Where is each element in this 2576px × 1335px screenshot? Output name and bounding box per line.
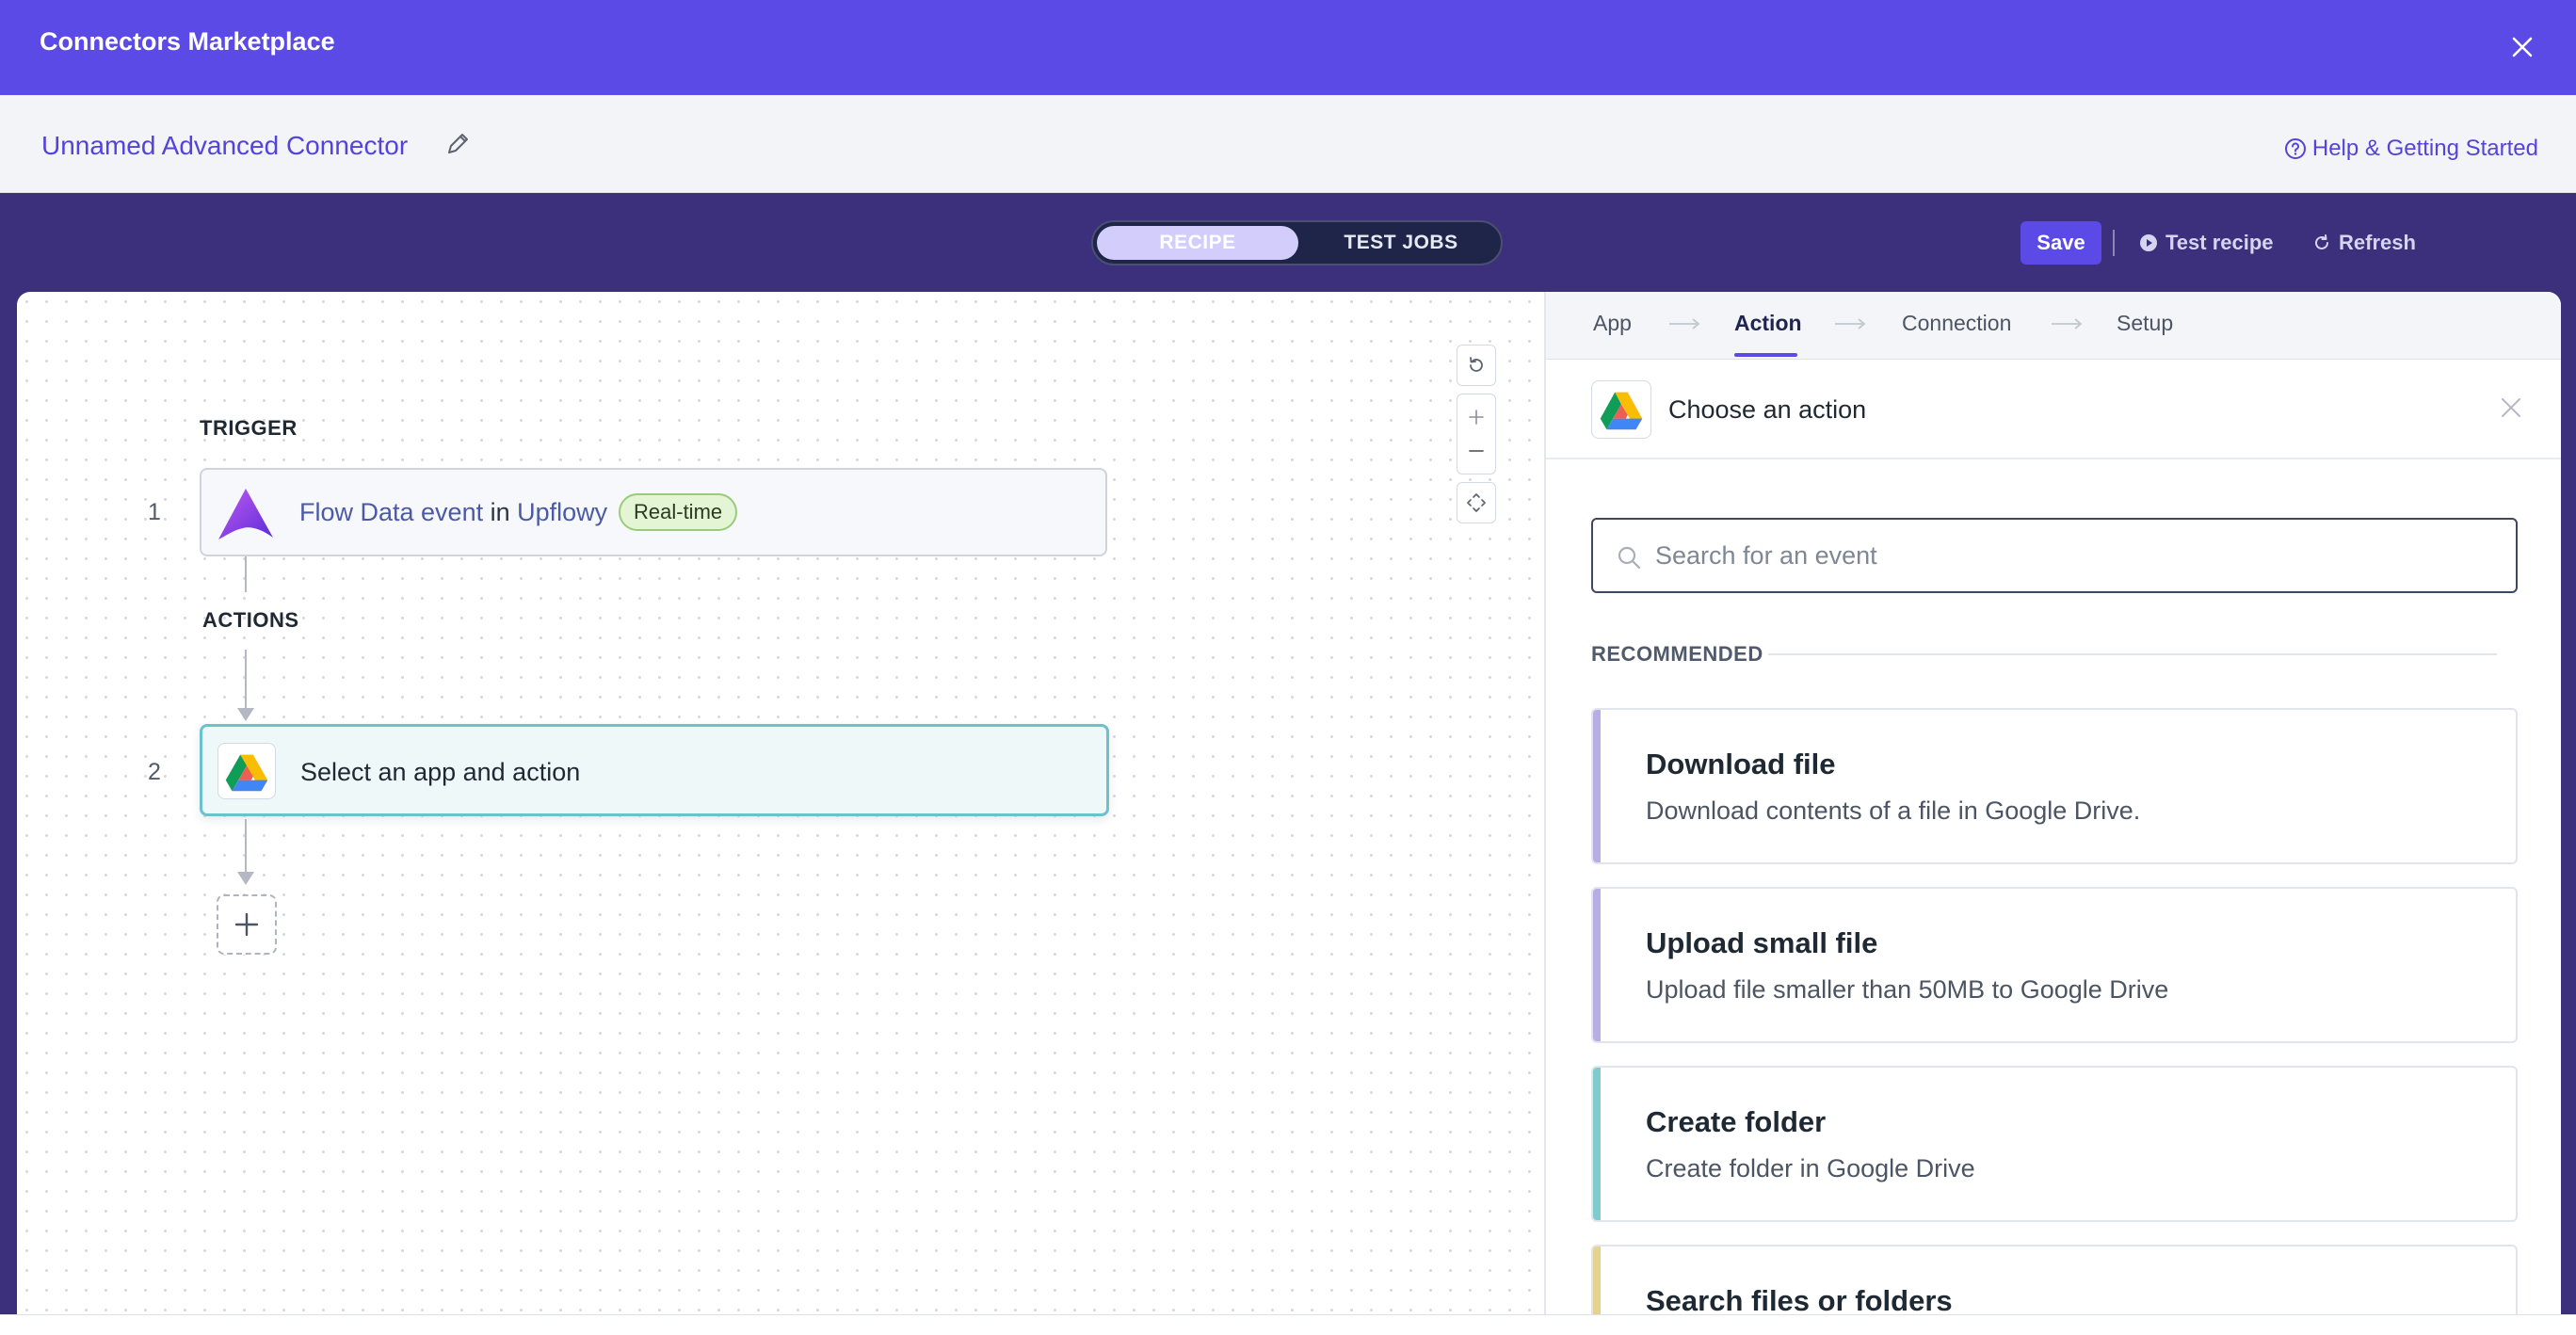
connector-name[interactable]: Unnamed Advanced Connector xyxy=(41,131,408,161)
trigger-event[interactable]: Flow Data event xyxy=(299,498,483,526)
action-step-label: Select an app and action xyxy=(300,758,581,786)
event-accent xyxy=(1593,1247,1601,1314)
event-accent xyxy=(1593,889,1601,1041)
trigger-description: Flow Data event in Upflowy xyxy=(299,498,607,527)
trigger-app[interactable]: Upflowy xyxy=(517,498,607,526)
add-step-button[interactable] xyxy=(217,894,277,955)
step-number: 1 xyxy=(148,499,161,525)
zoom-control xyxy=(1457,394,1496,474)
help-link[interactable]: Help & Getting Started xyxy=(2284,136,2538,162)
save-button[interactable]: Save xyxy=(2021,221,2101,265)
connector-line xyxy=(245,819,247,872)
refresh-button[interactable]: Refresh xyxy=(2312,231,2416,255)
recommended-heading: RECOMMENDED xyxy=(1591,642,1763,666)
event-card[interactable]: Search files or folders xyxy=(1591,1245,2518,1314)
toolbar-divider xyxy=(2113,230,2115,256)
connector-line xyxy=(245,556,247,592)
event-search xyxy=(1591,518,2518,593)
event-card[interactable]: Upload small file Upload file smaller th… xyxy=(1591,887,2518,1043)
upflowy-logo xyxy=(218,489,273,539)
action-picker-panel: App Action Connection Setup Choose an ac… xyxy=(1544,292,2561,1314)
pencil-icon[interactable] xyxy=(443,129,473,159)
reset-view-button[interactable] xyxy=(1457,345,1496,386)
google-drive-logo xyxy=(1591,380,1651,439)
step-number: 2 xyxy=(148,759,161,785)
search-icon xyxy=(1618,546,1641,570)
step-action[interactable]: Action xyxy=(1734,311,1802,336)
arrow-right-icon xyxy=(1669,318,1700,330)
trigger-step-card[interactable]: Flow Data event in Upflowy Real-time xyxy=(200,468,1107,556)
trigger-heading: TRIGGER xyxy=(200,416,298,440)
event-title: Upload small file xyxy=(1646,926,1878,959)
help-label: Help & Getting Started xyxy=(2311,136,2538,161)
fit-view-icon xyxy=(1467,493,1486,512)
reset-icon xyxy=(1470,357,1483,372)
google-drive-logo xyxy=(217,743,276,799)
fit-view-button[interactable] xyxy=(1457,482,1496,523)
event-accent xyxy=(1593,1068,1601,1220)
trigger-connector-word: in xyxy=(490,498,510,526)
step-connection[interactable]: Connection xyxy=(1902,311,2011,336)
event-title: Download file xyxy=(1646,748,1836,780)
step-app[interactable]: App xyxy=(1593,311,1632,336)
close-icon[interactable] xyxy=(2506,31,2538,63)
choose-action-title: Choose an action xyxy=(1668,395,1867,424)
active-step-indicator xyxy=(1734,353,1797,357)
actions-heading: ACTIONS xyxy=(202,608,299,632)
tab-recipe[interactable]: RECIPE xyxy=(1097,226,1298,260)
test-recipe-label: Test recipe xyxy=(2165,231,2274,254)
event-description: Create folder in Google Drive xyxy=(1646,1154,1975,1182)
event-title: Search files or folders xyxy=(1646,1284,1953,1314)
tab-test-jobs[interactable]: TEST JOBS xyxy=(1302,226,1500,260)
bottom-edge xyxy=(0,1314,2576,1335)
action-step-card[interactable]: Select an app and action xyxy=(200,724,1109,816)
event-description: Upload file smaller than 50MB to Google … xyxy=(1646,975,2169,1004)
connector-bar: Unnamed Advanced Connector Help & Gettin… xyxy=(0,95,2576,193)
play-circle-icon xyxy=(2140,234,2157,251)
realtime-badge: Real-time xyxy=(619,493,738,531)
choose-action-header: Choose an action xyxy=(1546,360,2561,459)
test-recipe-button[interactable]: Test recipe xyxy=(2139,231,2274,255)
view-toggle: RECIPE TEST JOBS xyxy=(1091,220,1503,265)
zoom-in-icon[interactable] xyxy=(1466,407,1487,427)
event-card[interactable]: Download file Download contents of a fil… xyxy=(1591,708,2518,864)
step-setup[interactable]: Setup xyxy=(2117,311,2173,336)
arrow-right-icon xyxy=(1835,318,1866,330)
arrow-down-icon xyxy=(237,872,254,885)
refresh-icon xyxy=(2315,234,2328,249)
event-card[interactable]: Create folder Create folder in Google Dr… xyxy=(1591,1066,2518,1222)
app-header: Connectors Marketplace xyxy=(0,0,2576,95)
arrow-down-icon xyxy=(237,708,254,721)
event-accent xyxy=(1593,710,1601,862)
search-input[interactable] xyxy=(1655,537,2484,574)
event-description: Download contents of a file in Google Dr… xyxy=(1646,796,2141,825)
app-title: Connectors Marketplace xyxy=(40,27,335,56)
plus-icon xyxy=(234,912,259,937)
arrow-right-icon xyxy=(2052,318,2083,330)
question-circle-icon xyxy=(2284,138,2306,159)
zoom-out-icon[interactable] xyxy=(1466,441,1487,461)
event-title: Create folder xyxy=(1646,1105,1827,1138)
refresh-label: Refresh xyxy=(2339,231,2416,254)
close-icon[interactable] xyxy=(2499,395,2523,420)
wizard-steps: App Action Connection Setup xyxy=(1546,292,2561,360)
connector-line xyxy=(245,650,247,708)
divider xyxy=(1768,653,2497,655)
